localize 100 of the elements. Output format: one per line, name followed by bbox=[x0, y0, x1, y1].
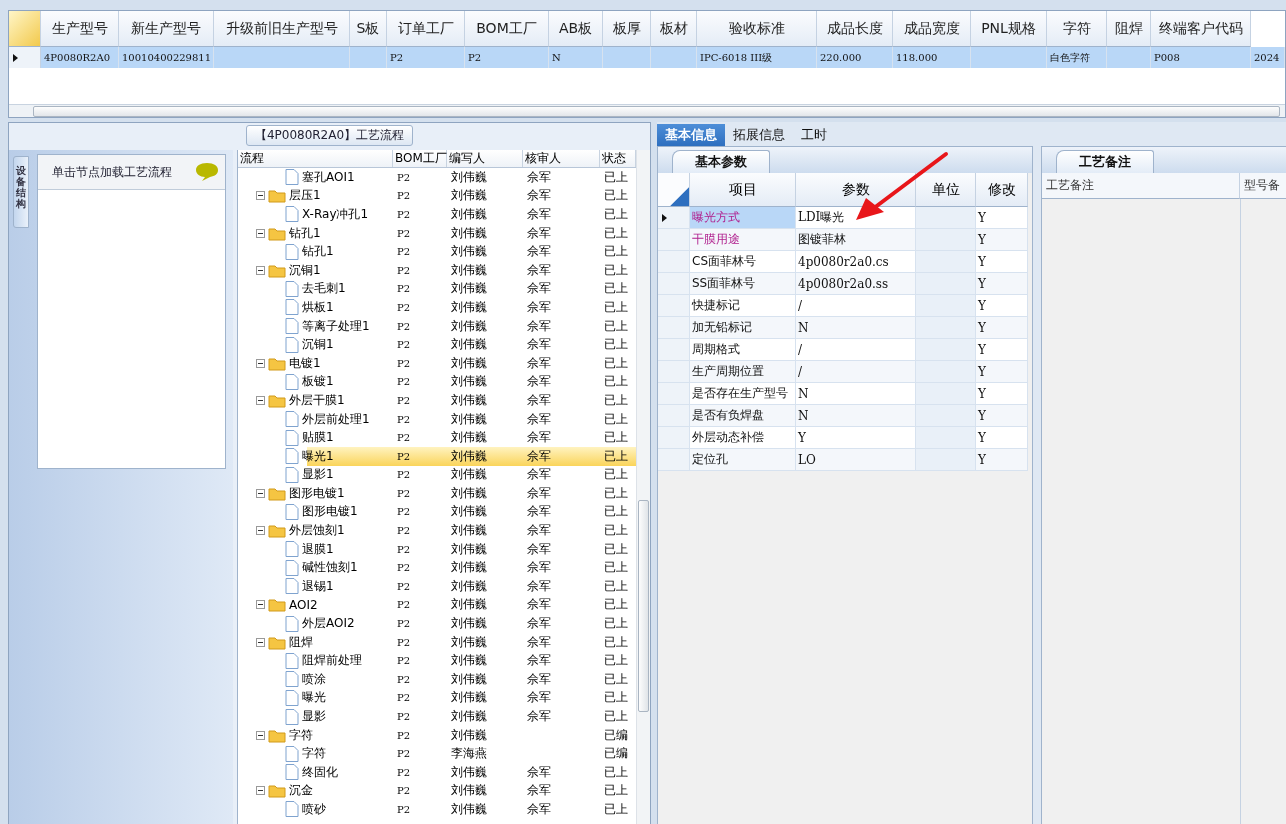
tree-row[interactable]: AOI2 P2 刘伟巍 佘军 已上 bbox=[238, 595, 636, 615]
column-header[interactable]: 板厚 bbox=[603, 11, 651, 47]
tree-row[interactable]: 喷涂 P2 刘伟巍 佘军 已上 bbox=[238, 670, 636, 689]
row-header[interactable] bbox=[658, 207, 690, 229]
tree-row[interactable]: 外层蚀刻1 P2 刘伟巍 佘军 已上 bbox=[238, 521, 636, 540]
column-header[interactable]: 参数 bbox=[796, 173, 916, 207]
table-cell: 佘军 bbox=[527, 206, 551, 223]
column-header[interactable]: 终端客户代码 bbox=[1151, 11, 1251, 47]
tree-row[interactable]: 烘板1 P2 刘伟巍 佘军 已上 bbox=[238, 298, 636, 317]
tree-row[interactable]: 字符 P2 刘伟巍 已编 bbox=[238, 725, 636, 745]
column-header[interactable]: 工艺备注 bbox=[1042, 173, 1240, 199]
tree-row[interactable]: 沉铜1 P2 刘伟巍 佘军 已上 bbox=[238, 335, 636, 354]
tab[interactable]: 基本信息 bbox=[657, 124, 725, 146]
column-header[interactable]: 修改 bbox=[976, 173, 1028, 207]
tree-row[interactable]: 阻焊 P2 刘伟巍 佘军 已上 bbox=[238, 632, 636, 652]
column-header[interactable]: 升级前旧生产型号 bbox=[214, 11, 350, 47]
tree-row[interactable]: 贴膜1 P2 刘伟巍 佘军 已上 bbox=[238, 428, 636, 447]
tree-row[interactable]: 显影1 P2 刘伟巍 佘军 已上 bbox=[238, 465, 636, 485]
collapse-icon[interactable] bbox=[256, 228, 265, 238]
pane-tab[interactable]: 基本参数 bbox=[672, 150, 770, 173]
tree-row[interactable]: 图形电镀1 P2 刘伟巍 佘军 已上 bbox=[238, 484, 636, 503]
tree-row[interactable]: X-Ray冲孔1 P2 刘伟巍 佘军 已上 bbox=[238, 205, 636, 224]
tree-row[interactable]: 碱性蚀刻1 P2 刘伟巍 佘军 已上 bbox=[238, 558, 636, 578]
column-header[interactable]: 生产型号 bbox=[41, 11, 119, 47]
column-header[interactable]: 阻焊 bbox=[1107, 11, 1151, 47]
tree-row[interactable]: 钻孔1 P2 刘伟巍 佘军 已上 bbox=[238, 242, 636, 261]
vertical-scrollbar[interactable] bbox=[636, 150, 650, 824]
param-row[interactable]: CS面菲林号 4p0080r2a0.cs Y bbox=[658, 251, 1032, 273]
tree-row[interactable]: 外层前处理1 P2 刘伟巍 佘军 已上 bbox=[238, 409, 636, 429]
collapse-icon[interactable] bbox=[256, 637, 265, 647]
column-header[interactable]: 单位 bbox=[916, 173, 976, 207]
tree-row[interactable]: 字符 P2 李海燕 已编 bbox=[238, 744, 636, 763]
column-header[interactable]: 字符 bbox=[1047, 11, 1107, 47]
tree-row[interactable]: 曝光 P2 刘伟巍 佘军 已上 bbox=[238, 688, 636, 708]
collapse-icon[interactable] bbox=[256, 191, 265, 201]
collapse-icon[interactable] bbox=[256, 395, 265, 405]
node-label: 电镀1 bbox=[289, 354, 321, 372]
tree-row[interactable]: 去毛刺1 P2 刘伟巍 佘军 已上 bbox=[238, 279, 636, 299]
tab[interactable]: 拓展信息 bbox=[725, 124, 793, 146]
tree-row[interactable]: 电镀1 P2 刘伟巍 佘军 已上 bbox=[238, 353, 636, 373]
column-header[interactable]: 流程 bbox=[238, 150, 393, 167]
collapse-icon[interactable] bbox=[256, 600, 265, 610]
tree-row[interactable]: 退锡1 P2 刘伟巍 佘军 已上 bbox=[238, 577, 636, 596]
tree-row[interactable]: 外层干膜1 P2 刘伟巍 佘军 已上 bbox=[238, 391, 636, 410]
column-header[interactable]: 成品宽度 bbox=[893, 11, 971, 47]
column-header[interactable]: 编写人 bbox=[447, 150, 523, 167]
tree-row[interactable]: 外层AOI2 P2 刘伟巍 佘军 已上 bbox=[238, 614, 636, 633]
column-header[interactable]: S板 bbox=[350, 11, 387, 47]
param-row[interactable]: 外层动态补偿 Y Y bbox=[658, 427, 1032, 449]
param-row[interactable]: 是否有负焊盘 N Y bbox=[658, 405, 1032, 427]
tree-row[interactable]: 阻焊前处理 P2 刘伟巍 佘军 已上 bbox=[238, 651, 636, 671]
column-header[interactable]: 核审人 bbox=[523, 150, 600, 167]
column-header[interactable]: 订单工厂 bbox=[387, 11, 465, 47]
collapse-icon[interactable] bbox=[256, 730, 265, 740]
column-header[interactable]: 验收标准 bbox=[697, 11, 817, 47]
column-header[interactable]: 板材 bbox=[651, 11, 697, 47]
param-row[interactable]: 加无铅标记 N Y bbox=[658, 317, 1032, 339]
table-cell: 干膜用途 bbox=[692, 231, 740, 248]
param-row[interactable]: 生产周期位置 / Y bbox=[658, 361, 1032, 383]
tree-row[interactable]: 钻孔1 P2 刘伟巍 佘军 已上 bbox=[238, 223, 636, 243]
column-header[interactable]: PNL规格 bbox=[971, 11, 1047, 47]
column-header[interactable]: BOM工厂 bbox=[465, 11, 549, 47]
tree-row[interactable]: 层压1 P2 刘伟巍 佘军 已上 bbox=[238, 186, 636, 206]
table-cell: P2 bbox=[397, 339, 411, 351]
tree-row[interactable]: 板镀1 P2 刘伟巍 佘军 已上 bbox=[238, 372, 636, 392]
tab[interactable]: 工时 bbox=[793, 124, 835, 146]
param-row[interactable]: 是否存在生产型号 N Y bbox=[658, 383, 1032, 405]
grid-row[interactable]: 4P0080R2A0 10010400229811 P2 P2 N IPC-6018 III级 220.000 118.000 白色字符 P008 2024 bbox=[9, 47, 1285, 68]
param-row[interactable]: 曝光方式 LDI曝光 Y bbox=[658, 207, 1032, 229]
document-icon bbox=[285, 280, 299, 297]
tree-row[interactable]: 显影 P2 刘伟巍 佘军 已上 bbox=[238, 707, 636, 726]
table-cell: 佘军 bbox=[527, 577, 551, 595]
param-row[interactable]: 干膜用途 图镀菲林 Y bbox=[658, 229, 1032, 251]
tree-row[interactable]: 沉金 P2 刘伟巍 佘军 已上 bbox=[238, 781, 636, 801]
collapse-icon[interactable] bbox=[256, 526, 265, 536]
column-header[interactable]: 成品长度 bbox=[817, 11, 893, 47]
tree-row[interactable]: 沉铜1 P2 刘伟巍 佘军 已上 bbox=[238, 260, 636, 280]
collapse-icon[interactable] bbox=[256, 265, 265, 275]
param-row[interactable]: 快捷标记 / Y bbox=[658, 295, 1032, 317]
pane-tab[interactable]: 工艺备注 bbox=[1056, 150, 1154, 173]
table-cell: 佘军 bbox=[527, 763, 551, 781]
param-row[interactable]: 定位孔 LO Y bbox=[658, 449, 1032, 471]
tree-row[interactable]: 终固化 P2 刘伟巍 佘军 已上 bbox=[238, 763, 636, 782]
tree-row[interactable]: 退膜1 P2 刘伟巍 佘军 已上 bbox=[238, 539, 636, 559]
column-header[interactable]: 项目 bbox=[690, 173, 796, 207]
collapse-icon[interactable] bbox=[256, 488, 265, 498]
side-tab[interactable]: 设备结构 bbox=[13, 156, 29, 228]
tree-row[interactable]: 图形电镀1 P2 刘伟巍 佘军 已上 bbox=[238, 502, 636, 522]
tree-row[interactable]: 塞孔AOI1 P2 刘伟巍 佘军 已上 bbox=[238, 168, 636, 187]
column-header[interactable]: 型号备 bbox=[1240, 173, 1286, 199]
tree-row[interactable]: 喷砂 P2 刘伟巍 佘军 已上 bbox=[238, 800, 636, 819]
column-header[interactable]: 新生产型号 bbox=[119, 11, 214, 47]
collapse-icon[interactable] bbox=[256, 786, 265, 796]
tree-row[interactable]: 等离子处理1 P2 刘伟巍 佘军 已上 bbox=[238, 316, 636, 336]
param-row[interactable]: 周期格式 / Y bbox=[658, 339, 1032, 361]
param-row[interactable]: SS面菲林号 4p0080r2a0.ss Y bbox=[658, 273, 1032, 295]
column-header[interactable]: AB板 bbox=[549, 11, 603, 47]
collapse-icon[interactable] bbox=[256, 358, 265, 368]
horizontal-scrollbar[interactable] bbox=[9, 104, 1285, 117]
column-header[interactable]: BOM工厂 bbox=[393, 150, 447, 167]
